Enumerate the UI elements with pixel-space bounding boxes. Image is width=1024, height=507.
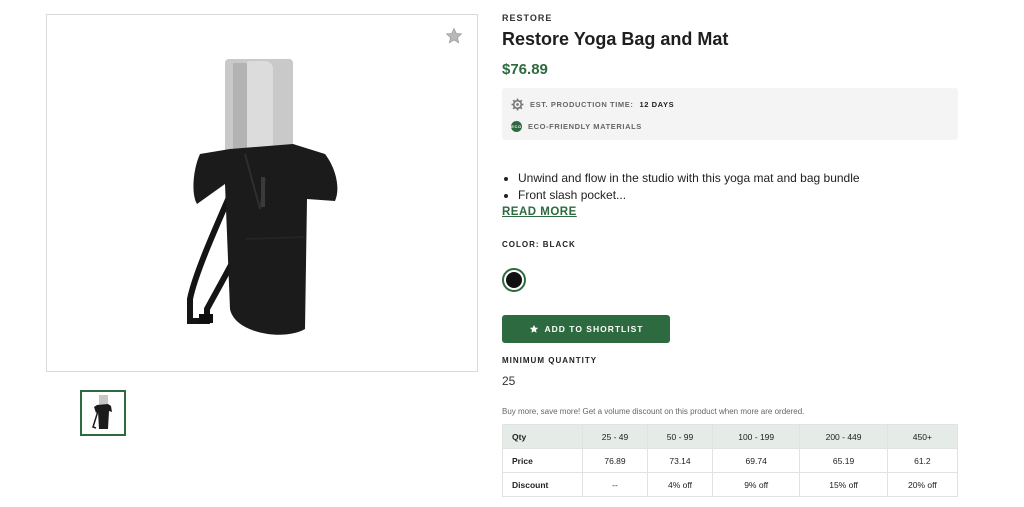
color-swatch-black[interactable] — [502, 268, 526, 292]
table-cell: Price — [502, 448, 583, 473]
star-icon — [529, 324, 538, 333]
brand-name: RESTORE — [502, 13, 553, 23]
minimum-quantity-label: MINIMUM QUANTITY — [502, 356, 598, 365]
star-icon[interactable] — [445, 27, 463, 45]
swatch-fill — [506, 272, 522, 288]
table-cell: Discount — [502, 472, 583, 497]
table-cell: 15% off — [799, 472, 888, 497]
table-cell: 200 - 449 — [799, 424, 888, 449]
eco-badge-icon: ECO — [511, 121, 522, 132]
eco-friendly-row: ECO ECO-FRIENDLY MATERIALS — [511, 121, 642, 132]
table-row: Qty 25 - 49 50 - 99 100 - 199 200 - 449 … — [502, 424, 959, 449]
product-info-box: EST. PRODUCTION TIME: 12 DAYS ECO ECO-FR… — [502, 88, 958, 140]
gear-icon — [511, 98, 524, 111]
table-cell: 9% off — [711, 472, 801, 497]
description-bullet: Front slash pocket... — [518, 187, 958, 204]
table-cell: 65.19 — [799, 448, 888, 473]
table-cell: 4% off — [647, 472, 713, 497]
yoga-bag-thumbnail-image — [92, 395, 112, 429]
table-cell: 50 - 99 — [647, 424, 713, 449]
volume-discount-note: Buy more, save more! Get a volume discou… — [502, 407, 805, 416]
read-more-link[interactable]: READ MORE — [502, 206, 577, 218]
product-image-panel — [46, 14, 478, 372]
table-cell: -- — [582, 472, 648, 497]
production-time-value: 12 DAYS — [639, 100, 675, 109]
table-cell: 76.89 — [582, 448, 648, 473]
table-cell: 61.2 — [886, 448, 959, 473]
product-price: $76.89 — [502, 61, 548, 78]
table-cell: 69.74 — [711, 448, 801, 473]
description-bullet: Unwind and flow in the studio with this … — [518, 170, 958, 187]
table-cell: 25 - 49 — [582, 424, 648, 449]
table-cell: 73.14 — [647, 448, 713, 473]
table-cell: 100 - 199 — [711, 424, 801, 449]
minimum-quantity-value: 25 — [502, 374, 516, 388]
production-time-label: EST. PRODUCTION TIME: — [530, 100, 634, 109]
table-row: Discount -- 4% off 9% off 15% off 20% of… — [502, 472, 959, 497]
description-bullets: Unwind and flow in the studio with this … — [502, 170, 958, 204]
add-to-shortlist-button[interactable]: ADD TO SHORTLIST — [502, 315, 670, 343]
eco-friendly-label: ECO-FRIENDLY MATERIALS — [528, 122, 642, 131]
product-thumbnail[interactable] — [80, 390, 126, 436]
production-time-row: EST. PRODUCTION TIME: 12 DAYS — [511, 98, 674, 111]
color-label: COLOR: BLACK — [502, 240, 576, 249]
yoga-bag-image — [187, 59, 338, 335]
table-cell: Qty — [502, 424, 583, 449]
product-title: Restore Yoga Bag and Mat — [502, 29, 729, 49]
add-to-shortlist-label: ADD TO SHORTLIST — [544, 324, 644, 334]
table-cell: 450+ — [886, 424, 959, 449]
table-row: Price 76.89 73.14 69.74 65.19 61.2 — [502, 448, 959, 473]
table-cell: 20% off — [886, 472, 959, 497]
volume-pricing-table: Qty 25 - 49 50 - 99 100 - 199 200 - 449 … — [502, 424, 959, 497]
